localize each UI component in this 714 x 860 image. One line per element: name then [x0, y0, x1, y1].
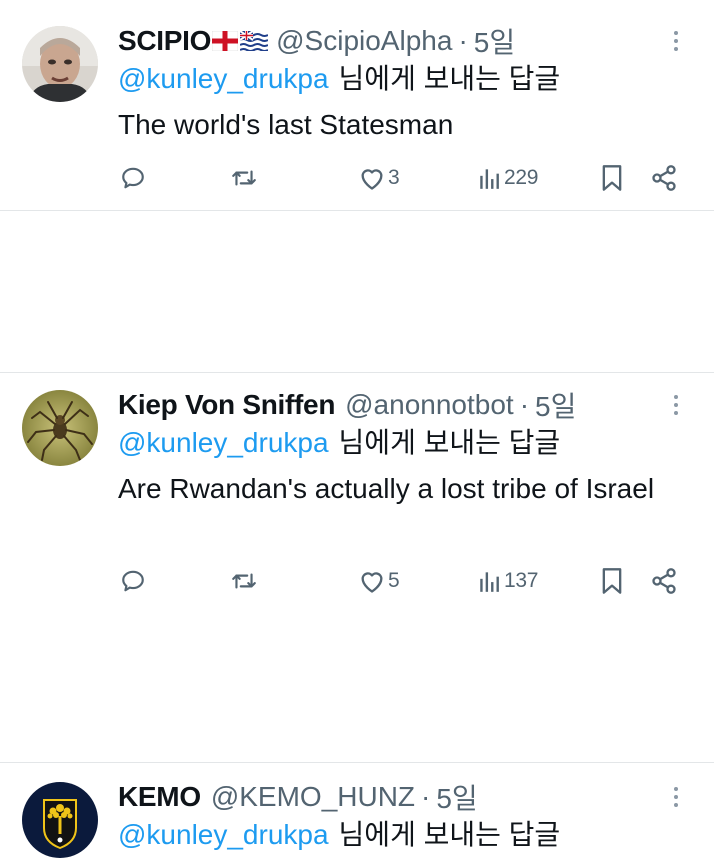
share-icon — [652, 568, 676, 594]
reply-context: @kunley_drukpa 님에게 보내는 답글 — [118, 62, 560, 96]
reply-button[interactable] — [120, 158, 146, 198]
reply-context: @kunley_drukpa 님에게 보내는 답글 — [118, 426, 560, 460]
timestamp[interactable]: 5일 — [436, 777, 477, 817]
reply-suffix: 님에게 보내는 답글 — [338, 819, 561, 850]
tweet-text: The world's last Statesman — [118, 109, 454, 140]
reply-context: @kunley_drukpa 님에게 보내는 답글 — [118, 818, 560, 852]
like-count: 5 — [388, 569, 400, 592]
bookmark-icon — [602, 165, 622, 191]
like-button[interactable]: 5 — [358, 561, 400, 601]
reply-button[interactable] — [120, 561, 146, 601]
more-options-icon[interactable] — [664, 388, 688, 422]
display-name[interactable]: KEMO — [118, 781, 201, 813]
avatar[interactable] — [22, 26, 98, 102]
reply-suffix: 님에게 보내는 답글 — [338, 427, 561, 458]
tweet-header: Kiep Von Sniffen @anonnotbot · 5일 — [118, 388, 576, 422]
reply-mention-link[interactable]: @kunley_drukpa — [118, 819, 329, 850]
timestamp[interactable]: 5일 — [474, 21, 515, 61]
user-handle[interactable]: @KEMO_HUNZ — [211, 781, 415, 813]
timestamp[interactable]: 5일 — [535, 385, 576, 425]
like-count: 3 — [388, 166, 400, 189]
more-options-icon[interactable] — [664, 24, 688, 58]
avatar[interactable] — [22, 782, 98, 858]
england-flag-icon — [212, 31, 239, 51]
share-button[interactable] — [650, 158, 678, 198]
like-button[interactable]: 3 — [358, 158, 400, 198]
views-icon — [480, 572, 499, 592]
user-handle[interactable]: @anonnotbot — [345, 389, 514, 421]
retweet-button[interactable] — [230, 158, 258, 198]
avatar[interactable] — [22, 390, 98, 466]
share-icon — [652, 165, 676, 191]
more-options-icon[interactable] — [664, 780, 688, 814]
tweet-header: KEMO @KEMO_HUNZ · 5일 — [118, 780, 478, 814]
tweet-header: SCIPIO @ScipioAlpha · 5일 — [118, 24, 515, 58]
views-count: 137 — [504, 569, 539, 592]
views-count: 229 — [504, 166, 539, 189]
views-button[interactable]: 229 — [478, 158, 538, 198]
british-indian-ocean-flag-icon — [240, 31, 269, 51]
tweet-text: Are Rwandan's actually a lost tribe of I… — [118, 473, 655, 504]
like-icon — [361, 169, 383, 190]
name-flags — [212, 31, 269, 51]
divider — [0, 210, 714, 211]
like-icon — [361, 572, 383, 593]
separator-dot: · — [458, 25, 468, 56]
reply-mention-link[interactable]: @kunley_drukpa — [118, 63, 329, 94]
views-button[interactable]: 137 — [478, 561, 538, 601]
reply-icon — [122, 167, 144, 189]
action-bar: 3 229 — [0, 158, 714, 198]
reply-suffix: 님에게 보내는 답글 — [338, 63, 561, 94]
share-button[interactable] — [650, 561, 678, 601]
display-name[interactable]: Kiep Von Sniffen — [118, 389, 335, 421]
tweet-3[interactable]: KEMO @KEMO_HUNZ · 5일 @kunley_drukpa 님에게 보… — [0, 763, 714, 860]
separator-dot: · — [421, 781, 431, 812]
bookmark-button[interactable] — [600, 561, 624, 601]
reply-icon — [122, 570, 144, 592]
retweet-icon — [232, 170, 256, 186]
views-icon — [480, 169, 499, 189]
display-name[interactable]: SCIPIO — [118, 25, 211, 57]
user-handle[interactable]: @ScipioAlpha — [276, 25, 452, 57]
tweet-2[interactable]: Kiep Von Sniffen @anonnotbot · 5일 @kunle… — [0, 373, 714, 594]
action-bar: 5 137 — [0, 561, 714, 601]
bookmark-button[interactable] — [600, 158, 624, 198]
bookmark-icon — [602, 568, 622, 594]
reply-mention-link[interactable]: @kunley_drukpa — [118, 427, 329, 458]
retweet-icon — [232, 573, 256, 589]
separator-dot: · — [519, 389, 530, 420]
tweet-1[interactable]: SCIPIO @ScipioAlpha · 5일 @kunley_drukpa … — [0, 0, 714, 210]
retweet-button[interactable] — [230, 561, 258, 601]
